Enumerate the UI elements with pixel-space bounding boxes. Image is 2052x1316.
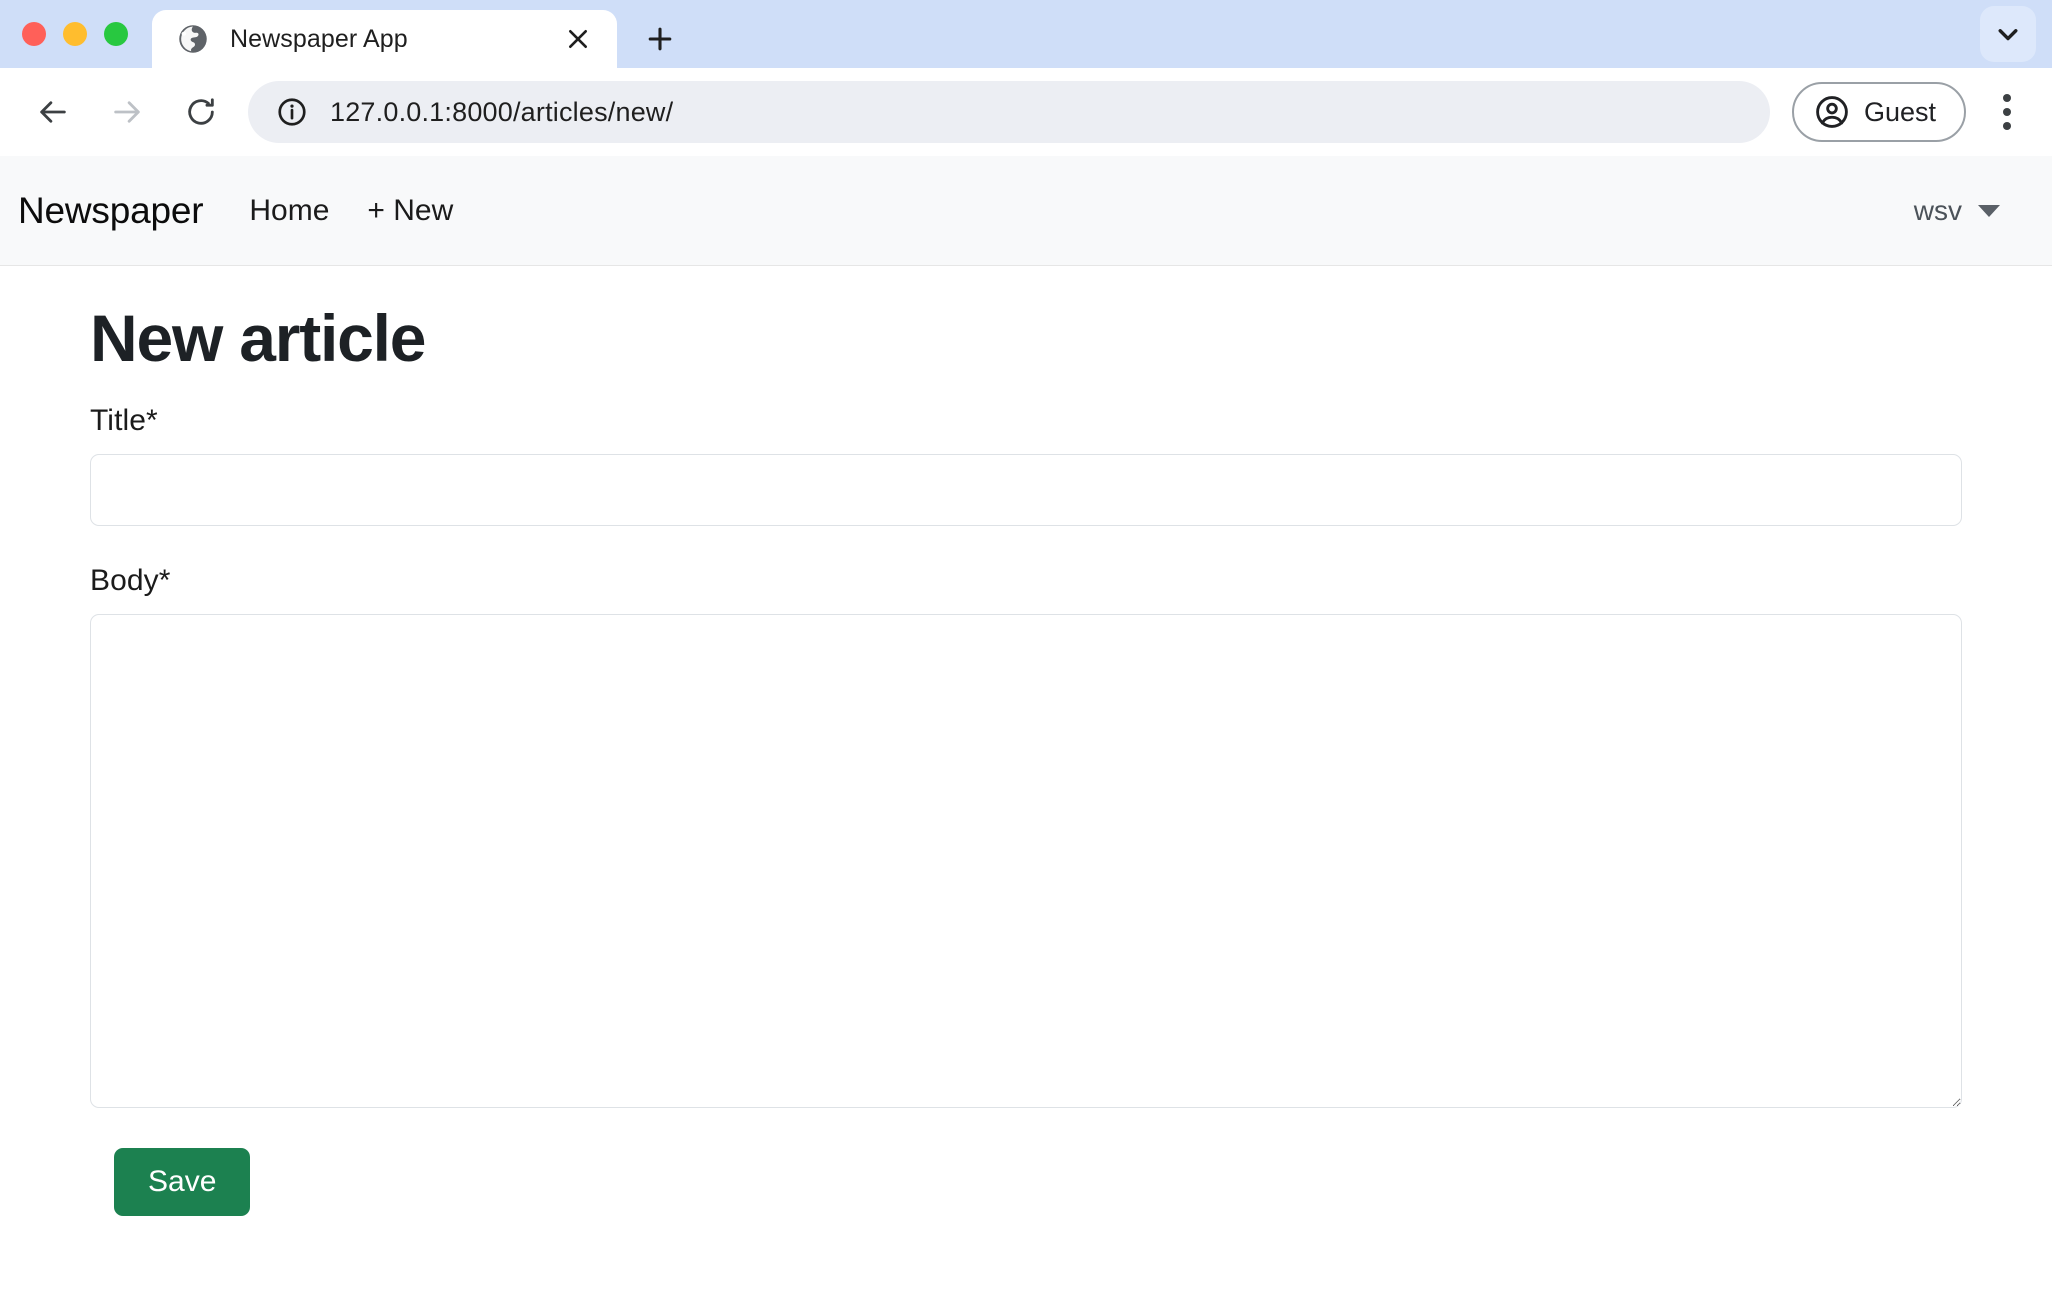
nav-link-home[interactable]: Home xyxy=(249,194,329,228)
window-close-button[interactable] xyxy=(22,22,46,46)
body-textarea[interactable] xyxy=(90,613,1962,1108)
page-title: New article xyxy=(90,301,427,375)
globe-icon xyxy=(179,25,207,53)
main-content: New article Title* Body* Save xyxy=(0,266,2052,1216)
profile-label: Guest xyxy=(1863,96,1936,127)
nav-link-new[interactable]: + New xyxy=(367,194,453,228)
forward-button[interactable] xyxy=(96,81,158,143)
new-tab-button[interactable] xyxy=(635,14,685,64)
tab-search-button[interactable] xyxy=(1980,6,2036,62)
info-circle-icon[interactable] xyxy=(274,94,310,130)
tab-title: Newspaper App xyxy=(230,24,408,53)
url-text: 127.0.0.1:8000/articles/new/ xyxy=(330,96,674,127)
browser-menu-button[interactable] xyxy=(1980,81,2034,143)
arrow-right-icon xyxy=(114,101,140,123)
brand-link[interactable]: Newspaper xyxy=(18,190,204,232)
title-field-label: Title* xyxy=(90,403,158,437)
save-button[interactable]: Save xyxy=(114,1147,251,1216)
close-icon[interactable] xyxy=(559,20,597,58)
reload-button[interactable] xyxy=(170,81,232,143)
kebab-dot xyxy=(2003,122,2011,130)
browser-tab[interactable]: Newspaper App xyxy=(152,10,617,68)
reload-icon xyxy=(188,98,214,125)
address-bar[interactable]: 127.0.0.1:8000/articles/new/ xyxy=(248,81,1770,143)
account-circle-icon xyxy=(1816,96,1848,128)
chevron-down-icon xyxy=(1998,29,2018,41)
caret-down-icon xyxy=(1978,204,2000,217)
browser-toolbar: 127.0.0.1:8000/articles/new/ Guest xyxy=(0,68,2052,156)
tab-strip: Newspaper App xyxy=(0,0,2052,68)
body-field-label: Body* xyxy=(90,563,171,597)
browser-chrome: Newspaper App 127.0.0.1:8000/articles/ne… xyxy=(0,0,2052,156)
username-label: wsv xyxy=(1913,194,1962,226)
title-input[interactable] xyxy=(90,453,1962,526)
window-maximize-button[interactable] xyxy=(104,22,128,46)
plus-icon xyxy=(648,27,672,51)
site-navbar: Newspaper Home + New wsv xyxy=(0,156,2052,266)
arrow-left-icon xyxy=(40,101,66,123)
user-menu-button[interactable]: wsv xyxy=(1914,195,2010,227)
window-minimize-button[interactable] xyxy=(63,22,87,46)
page-content: Newspaper Home + New wsv New article Tit… xyxy=(0,156,2052,1216)
window-traffic-lights xyxy=(22,0,152,68)
kebab-dot xyxy=(2003,94,2011,102)
profile-button[interactable]: Guest xyxy=(1791,82,1966,142)
back-button[interactable] xyxy=(22,81,84,143)
kebab-dot xyxy=(2003,108,2011,116)
nav-links: Home + New xyxy=(249,194,453,228)
